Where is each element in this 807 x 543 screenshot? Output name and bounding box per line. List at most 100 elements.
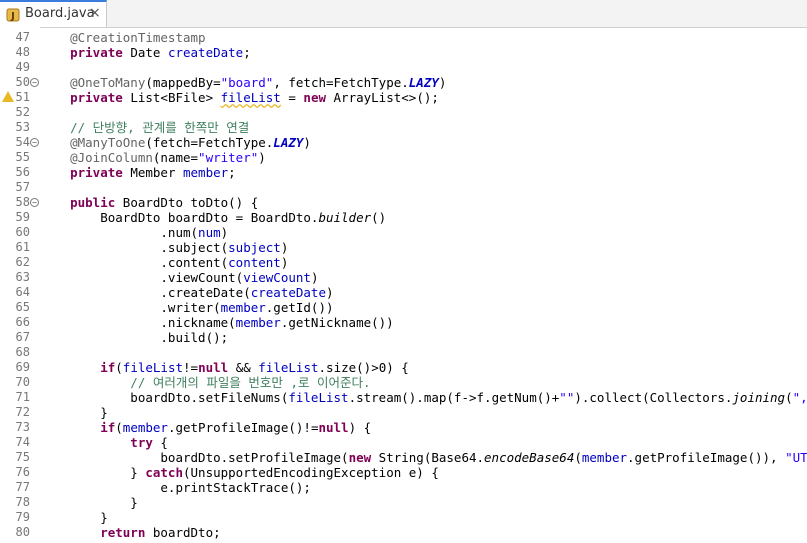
code-token: .nickname(	[40, 315, 236, 330]
code-line[interactable]: 74 try {	[0, 435, 807, 450]
code-line[interactable]: 79 }	[0, 510, 807, 525]
code-text: }	[40, 510, 108, 525]
code-line[interactable]: 55 @JoinColumn(name="writer")	[0, 150, 807, 165]
code-token: Member	[130, 165, 183, 180]
code-line[interactable]: 49	[0, 60, 807, 75]
code-text: // 여러개의 파일을 번호만 ,로 이어준다.	[40, 375, 371, 390]
code-token: LAZY	[273, 135, 304, 150]
code-text: private Member member;	[40, 165, 236, 180]
code-token: "writer"	[198, 150, 259, 165]
warning-icon[interactable]	[2, 91, 14, 102]
code-line[interactable]: 54− @ManyToOne(fetch=FetchType.LAZY)	[0, 135, 807, 150]
line-number: 53	[15, 120, 30, 134]
code-text: @OneToMany(mappedBy="board", fetch=Fetch…	[40, 75, 446, 90]
code-token: )	[258, 150, 266, 165]
code-token: createDate	[167, 45, 244, 60]
line-number: 73	[15, 420, 30, 434]
code-line[interactable]: 58− public BoardDto toDto() {	[0, 195, 807, 210]
code-token: createDate	[250, 285, 326, 300]
code-text: BoardDto boardDto = BoardDto.builder()	[40, 210, 386, 225]
code-editor[interactable]: 47 @CreationTimestamp 48 private Date cre…	[0, 27, 807, 543]
code-line[interactable]: 56 private Member member;	[0, 165, 807, 180]
line-number: 69	[15, 360, 30, 374]
code-token: fileList	[288, 390, 349, 405]
code-token: .writer(	[40, 300, 221, 315]
code-text: @ManyToOne(fetch=FetchType.LAZY)	[40, 135, 311, 150]
code-line[interactable]: 52	[0, 105, 807, 120]
code-line[interactable]: 73 if(member.getProfileImage()!=null) {	[0, 420, 807, 435]
fold-toggle-icon[interactable]: −	[30, 138, 39, 147]
code-line[interactable]: 61 .subject(subject)	[0, 240, 807, 255]
code-token: null	[318, 420, 349, 435]
code-token: )	[325, 285, 334, 300]
code-line[interactable]: 80 return boardDto;	[0, 525, 807, 540]
code-token: ;	[243, 45, 251, 60]
code-line[interactable]: 66 .nickname(member.getNickname())	[0, 315, 807, 330]
code-token: fileList	[220, 90, 281, 105]
code-token: joining	[732, 390, 786, 405]
code-token: List<BFile>	[130, 90, 221, 105]
code-line[interactable]: 48 private Date createDate;	[0, 45, 807, 60]
code-line[interactable]: 77 e.printStackTrace();	[0, 480, 807, 495]
close-icon[interactable]: ×	[89, 5, 101, 21]
code-line[interactable]: 76 } catch(UnsupportedEncodingException …	[0, 465, 807, 480]
fold-toggle-icon[interactable]: −	[30, 198, 39, 207]
code-token: ","	[792, 390, 807, 405]
line-number: 67	[15, 330, 30, 344]
code-token: e.printStackTrace();	[40, 480, 311, 495]
code-line[interactable]: 70 // 여러개의 파일을 번호만 ,로 이어준다.	[0, 375, 807, 390]
code-line[interactable]: 71 boardDto.setFileNums(fileList.stream(…	[0, 390, 807, 405]
code-token: private	[40, 90, 131, 105]
code-line[interactable]: 68	[0, 345, 807, 360]
code-text: // 단방향, 관계를 한쪽만 연결	[40, 120, 249, 135]
code-token: new	[303, 90, 334, 105]
tab-board-java[interactable]: J Board.java ×	[0, 0, 107, 27]
code-line[interactable]: 72 }	[0, 405, 807, 420]
code-token: ) {	[348, 420, 372, 435]
line-number: 62	[15, 255, 30, 269]
code-line[interactable]: 51 private List<BFile> fileList = new Ar…	[0, 90, 807, 105]
fold-toggle-icon[interactable]: −	[30, 78, 39, 87]
code-token: (UnsupportedEncodingException e) {	[183, 465, 439, 480]
code-token: .getNickname())	[280, 315, 394, 330]
code-token: if	[40, 420, 116, 435]
code-line[interactable]: 57	[0, 180, 807, 195]
code-token: ).collect(Collectors.	[574, 390, 733, 405]
code-token: .size()>0) {	[318, 360, 409, 375]
code-line[interactable]: 64 .createDate(createDate)	[0, 285, 807, 300]
code-token: boardDto.setFileNums(	[40, 390, 289, 405]
code-line[interactable]: 67 .build();	[0, 330, 807, 345]
line-number: 54	[15, 135, 30, 149]
line-number: 70	[15, 375, 30, 389]
code-token: private	[40, 165, 131, 180]
code-line[interactable]: 75 boardDto.setProfileImage(new String(B…	[0, 450, 807, 465]
java-file-icon: J	[6, 8, 20, 22]
code-line[interactable]: 63 .viewCount(viewCount)	[0, 270, 807, 285]
code-line[interactable]: 65 .writer(member.getId())	[0, 300, 807, 315]
code-line[interactable]: 50− @OneToMany(mappedBy="board", fetch=F…	[0, 75, 807, 90]
code-token: fileList	[258, 360, 319, 375]
code-text: @JoinColumn(name="writer")	[40, 150, 266, 165]
code-line[interactable]: 69 if(fileList!=null && fileList.size()>…	[0, 360, 807, 375]
code-text: if(fileList!=null && fileList.size()>0) …	[40, 360, 409, 375]
code-text: private Date createDate;	[40, 45, 251, 60]
line-number: 55	[15, 150, 30, 164]
line-number: 75	[15, 450, 30, 464]
code-line[interactable]: 53 // 단방향, 관계를 한쪽만 연결	[0, 120, 807, 135]
code-token: BoardDto toDto() {	[122, 195, 259, 210]
code-line[interactable]: 62 .content(content)	[0, 255, 807, 270]
code-token: )	[310, 270, 319, 285]
code-text: if(member.getProfileImage()!=null) {	[40, 420, 371, 435]
code-token: .getProfileImage()!=	[167, 420, 319, 435]
line-number: 49	[15, 60, 30, 74]
code-token: , fetch=FetchType.	[273, 75, 409, 90]
code-text: private List<BFile> fileList = new Array…	[40, 90, 439, 105]
code-token: // 여러개의 파일을 번호만 ,로 이어준다.	[40, 375, 371, 390]
code-token: }	[40, 465, 146, 480]
code-line[interactable]: 59 BoardDto boardDto = BoardDto.builder(…	[0, 210, 807, 225]
code-line[interactable]: 47 @CreationTimestamp	[0, 30, 807, 45]
code-token: .stream().map(f->f.getNum()+	[348, 390, 560, 405]
code-token: (mappedBy=	[145, 75, 221, 90]
code-line[interactable]: 60 .num(num)	[0, 225, 807, 240]
code-line[interactable]: 78 }	[0, 495, 807, 510]
